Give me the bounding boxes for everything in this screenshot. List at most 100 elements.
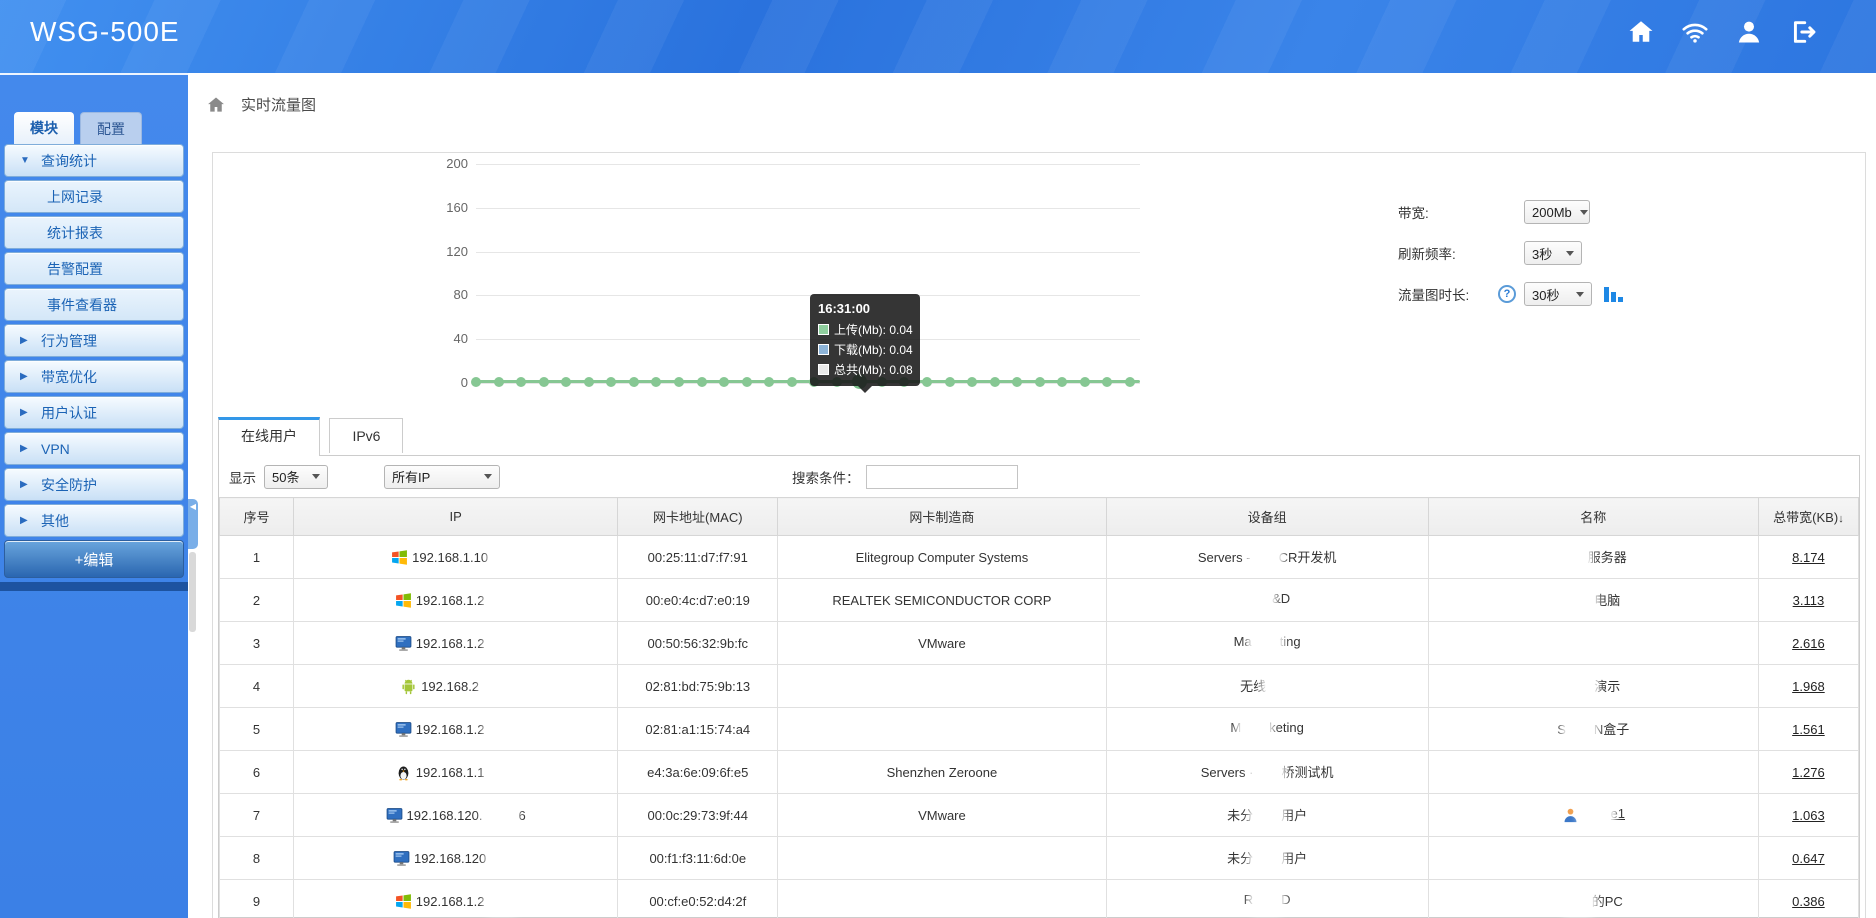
sidebar-tab-config[interactable]: 配置 bbox=[80, 112, 142, 144]
redaction-smudge bbox=[1251, 550, 1279, 567]
sidebar-tab-modules[interactable]: 模块 bbox=[14, 112, 74, 144]
column-header-1[interactable]: IP bbox=[294, 498, 618, 536]
table-row[interactable]: 4192.168.202:81:bd:75:9b:13无线演示1.968 bbox=[220, 665, 1859, 708]
column-header-0[interactable]: 序号 bbox=[220, 498, 294, 536]
name-text: 服务器 bbox=[1588, 550, 1627, 565]
table-row[interactable]: 1192.168.1.1000:25:11:d7:f7:91Elitegroup… bbox=[220, 536, 1859, 579]
cell-index: 2 bbox=[220, 579, 294, 622]
breadcrumb-home-icon[interactable] bbox=[206, 95, 226, 115]
device-name[interactable]: e1 bbox=[1583, 806, 1625, 823]
bandwidth-link[interactable]: 3.113 bbox=[1793, 593, 1825, 608]
bandwidth-link[interactable]: 2.616 bbox=[1792, 636, 1825, 651]
sidebar-scrollbar[interactable] bbox=[189, 552, 196, 632]
sidebar-subitem-0-3[interactable]: 事件查看器 bbox=[4, 288, 184, 321]
cell-device-group: 无线 bbox=[1106, 665, 1428, 708]
bandwidth-link[interactable]: 1.968 bbox=[1792, 679, 1825, 694]
user-icon[interactable] bbox=[1734, 17, 1764, 47]
sidebar-subitem-0-1[interactable]: 统计报表 bbox=[4, 216, 184, 249]
bandwidth-link[interactable]: 1.063 bbox=[1792, 808, 1825, 823]
chevron-down-icon bbox=[1576, 292, 1584, 301]
sidebar-item-4[interactable]: ▶VPN bbox=[4, 432, 184, 465]
cell-name: 服务器 bbox=[1428, 536, 1758, 579]
tooltip-download: 下载(Mb): 0.04 bbox=[834, 341, 913, 358]
cell-bandwidth: 1.968 bbox=[1758, 665, 1858, 708]
bandwidth-link[interactable]: 1.561 bbox=[1792, 722, 1825, 737]
tab-online-users[interactable]: 在线用户 bbox=[218, 417, 320, 456]
sidebar-item-5[interactable]: ▶安全防护 bbox=[4, 468, 184, 501]
ip-text: 192.168.120. bbox=[407, 808, 483, 823]
redaction-smudge bbox=[488, 592, 516, 609]
sidebar-item-3[interactable]: ▶用户认证 bbox=[4, 396, 184, 429]
table-row[interactable]: 7192.168.120.600:0c:29:73:9f:44VMware未分用… bbox=[220, 794, 1859, 837]
bar-chart-icon[interactable] bbox=[1604, 287, 1623, 302]
table-row[interactable]: 9192.168.1.200:cf:e0:52:d4:2fRD的PC0.386 bbox=[220, 880, 1859, 918]
cell-bandwidth: 1.561 bbox=[1758, 708, 1858, 751]
redaction-smudge bbox=[1564, 894, 1592, 911]
chart-controls: 带宽: 200Mb 刷新频率: 3秒 流量图时长: ? 30秒 bbox=[1398, 199, 1623, 307]
column-header-6[interactable]: 总带宽(KB)↓ bbox=[1758, 498, 1858, 536]
cell-name: 电脑 bbox=[1428, 579, 1758, 622]
table-row[interactable]: 5192.168.1.202:81:a1:15:74:a4MketingSN盒子… bbox=[220, 708, 1859, 751]
sidebar-item-1[interactable]: ▶行为管理 bbox=[4, 324, 184, 357]
ip-text: 6 bbox=[518, 808, 525, 823]
duration-select[interactable]: 30秒 bbox=[1524, 282, 1592, 306]
help-icon[interactable]: ? bbox=[1498, 285, 1516, 303]
cell-mac: 02:81:a1:15:74:a4 bbox=[618, 708, 778, 751]
search-input[interactable] bbox=[866, 465, 1018, 489]
cell-mac: e4:3a:6e:09:6f:e5 bbox=[618, 751, 778, 794]
tab-ipv6[interactable]: IPv6 bbox=[329, 418, 403, 453]
show-label: 显示 bbox=[229, 467, 256, 487]
bandwidth-link[interactable]: 0.647 bbox=[1792, 851, 1825, 866]
cell-name bbox=[1428, 837, 1758, 880]
home-icon[interactable] bbox=[1626, 17, 1656, 47]
table-row[interactable]: 8192.168.12000:f1:f3:11:6d:0e未分用户0.647 bbox=[220, 837, 1859, 880]
cell-bandwidth: 1.276 bbox=[1758, 751, 1858, 794]
column-header-2[interactable]: 网卡地址(MAC) bbox=[618, 498, 778, 536]
page-title: 实时流量图 bbox=[241, 94, 316, 115]
redaction-smudge bbox=[492, 549, 520, 566]
sidebar-subitem-0-2[interactable]: 告警配置 bbox=[4, 252, 184, 285]
bandwidth-link[interactable]: 0.386 bbox=[1792, 894, 1825, 909]
column-header-5[interactable]: 名称 bbox=[1428, 498, 1758, 536]
refresh-select[interactable]: 3秒 bbox=[1524, 241, 1582, 265]
column-header-4[interactable]: 设备组 bbox=[1106, 498, 1428, 536]
app-header bbox=[0, 0, 1876, 73]
redaction-smudge bbox=[1566, 679, 1594, 696]
redaction-smudge bbox=[483, 678, 511, 695]
cell-vendor: Elitegroup Computer Systems bbox=[778, 536, 1106, 579]
linux-os-icon bbox=[395, 764, 412, 781]
sidebar-item-label: 行为管理 bbox=[41, 331, 97, 351]
sidebar-collapse-handle[interactable]: ◀ bbox=[188, 499, 198, 549]
ip-filter-select[interactable]: 所有IP bbox=[384, 465, 500, 489]
tooltip-upload: 上传(Mb): 0.04 bbox=[834, 321, 913, 338]
redaction-smudge bbox=[1253, 808, 1281, 825]
logout-icon[interactable] bbox=[1788, 17, 1818, 47]
page-size-select[interactable]: 50条 bbox=[264, 465, 328, 489]
download-swatch bbox=[818, 344, 829, 355]
table-row[interactable]: 3192.168.1.200:50:56:32:9b:fcVMwareMatin… bbox=[220, 622, 1859, 665]
bandwidth-select[interactable]: 200Mb bbox=[1524, 200, 1590, 224]
triangle-right-icon: ▶ bbox=[20, 479, 30, 490]
sidebar-subitem-0-0[interactable]: 上网记录 bbox=[4, 180, 184, 213]
tab-body: 显示 50条 所有IP 搜索条件： 序号IP网卡地址(MAC)网卡制造商设备组名… bbox=[218, 455, 1860, 918]
sidebar-item-0[interactable]: ▼查询统计 bbox=[4, 144, 184, 177]
cell-ip: 192.168.2 bbox=[294, 665, 618, 708]
refresh-label: 刷新频率: bbox=[1398, 243, 1498, 263]
chevron-down-icon bbox=[484, 474, 492, 483]
device-name: SN盒子 bbox=[1557, 719, 1629, 739]
duration-value: 30秒 bbox=[1532, 285, 1559, 304]
cell-mac: 00:e0:4c:d7:e0:19 bbox=[618, 579, 778, 622]
edit-button[interactable]: +编辑 bbox=[4, 540, 184, 578]
ip-text: 192.168.1.1 bbox=[416, 765, 485, 780]
table-row[interactable]: 2192.168.1.200:e0:4c:d7:e0:19REALTEK SEM… bbox=[220, 579, 1859, 622]
group-text: 无线 bbox=[1240, 679, 1266, 694]
table-row[interactable]: 6192.168.1.1e4:3a:6e:09:6f:e5Shenzhen Ze… bbox=[220, 751, 1859, 794]
wifi-icon[interactable] bbox=[1680, 17, 1710, 47]
online-users-table: 序号IP网卡地址(MAC)网卡制造商设备组名称总带宽(KB)↓ 1192.168… bbox=[219, 497, 1859, 918]
sidebar-item-6[interactable]: ▶其他 bbox=[4, 504, 184, 537]
column-header-3[interactable]: 网卡制造商 bbox=[778, 498, 1106, 536]
bandwidth-link[interactable]: 1.276 bbox=[1792, 765, 1825, 780]
sidebar-item-2[interactable]: ▶带宽优化 bbox=[4, 360, 184, 393]
bandwidth-link[interactable]: 8.174 bbox=[1792, 550, 1825, 565]
cell-ip: 192.168.1.2 bbox=[294, 622, 618, 665]
